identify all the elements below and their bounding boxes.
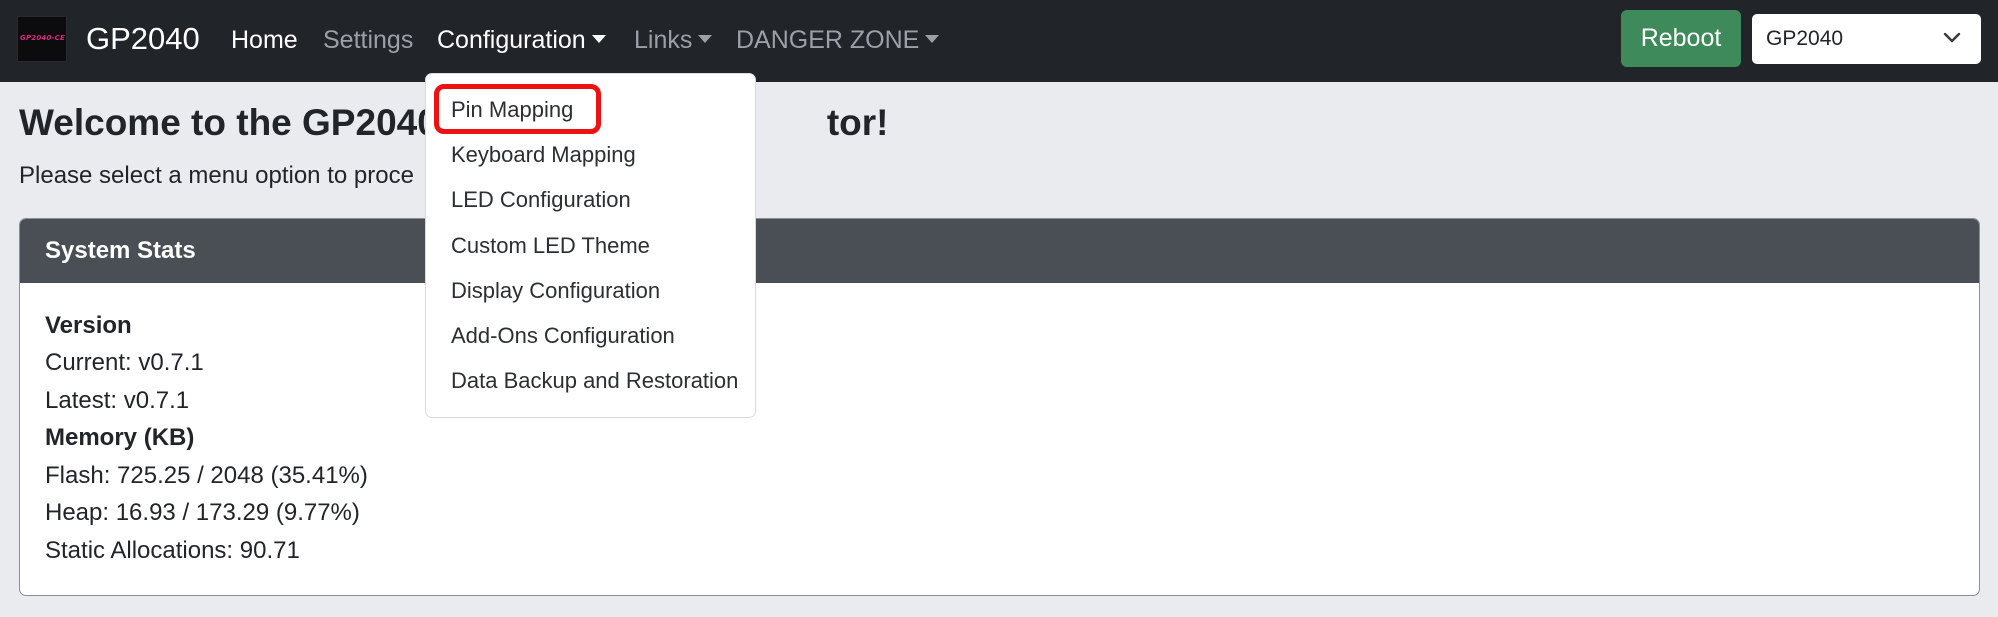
menu-item-led-configuration[interactable]: LED Configuration bbox=[451, 186, 631, 214]
mode-select-value: GP2040 bbox=[1766, 27, 1844, 50]
caret-down-icon bbox=[591, 35, 606, 43]
chevron-down-icon bbox=[1943, 32, 1961, 43]
nav-links-label: Links bbox=[634, 26, 693, 54]
flash-usage: Flash: 725.25 / 2048 (35.41%) bbox=[45, 462, 368, 489]
nav-home[interactable]: Home bbox=[231, 24, 298, 56]
page-title-start: Welcome to the GP2040 bbox=[19, 102, 438, 143]
nav-danger-zone-label: DANGER ZONE bbox=[736, 26, 920, 54]
menu-item-display-configuration[interactable]: Display Configuration bbox=[451, 277, 660, 305]
card-header: System Stats bbox=[20, 219, 1979, 283]
latest-version: Latest: v0.7.1 bbox=[45, 387, 190, 414]
menu-item-keyboard-mapping[interactable]: Keyboard Mapping bbox=[451, 141, 636, 169]
version-heading: Version bbox=[45, 312, 132, 339]
static-allocations: Static Allocations: 90.71 bbox=[45, 537, 300, 564]
menu-item-pin-mapping[interactable]: Pin Mapping bbox=[451, 96, 573, 124]
caret-down-icon bbox=[925, 35, 940, 43]
current-version: Current: v0.7.1 bbox=[45, 349, 204, 376]
reboot-button[interactable]: Reboot bbox=[1621, 10, 1741, 67]
nav-configuration[interactable]: Configuration bbox=[437, 24, 606, 56]
logo-text: GP2040-CE bbox=[20, 34, 65, 42]
nav-configuration-label: Configuration bbox=[437, 26, 586, 54]
top-navbar: GP2040-CE GP2040 Home Settings Configura… bbox=[0, 0, 1998, 82]
brand-name[interactable]: GP2040 bbox=[86, 19, 200, 59]
configuration-dropdown-menu: Pin Mapping Keyboard Mapping LED Configu… bbox=[425, 73, 756, 418]
nav-links[interactable]: Links bbox=[634, 24, 713, 56]
page-title-end: tor! bbox=[826, 102, 889, 143]
mode-select[interactable]: GP2040 bbox=[1752, 14, 1981, 64]
card-title: System Stats bbox=[45, 237, 196, 264]
heap-usage: Heap: 16.93 / 173.29 (9.77%) bbox=[45, 499, 360, 526]
memory-heading: Memory (KB) bbox=[45, 424, 195, 451]
system-stats-card: System Stats Version Current: v0.7.1 Lat… bbox=[19, 218, 1980, 596]
menu-item-data-backup-restoration[interactable]: Data Backup and Restoration bbox=[451, 367, 738, 395]
caret-down-icon bbox=[698, 35, 713, 43]
menu-item-add-ons-configuration[interactable]: Add-Ons Configuration bbox=[451, 322, 675, 350]
page-subtitle: Please select a menu option to proce bbox=[19, 162, 414, 189]
menu-item-custom-led-theme[interactable]: Custom LED Theme bbox=[451, 232, 650, 260]
nav-settings[interactable]: Settings bbox=[323, 24, 413, 56]
nav-danger-zone[interactable]: DANGER ZONE bbox=[736, 24, 940, 56]
brand-logo[interactable]: GP2040-CE bbox=[17, 16, 67, 62]
